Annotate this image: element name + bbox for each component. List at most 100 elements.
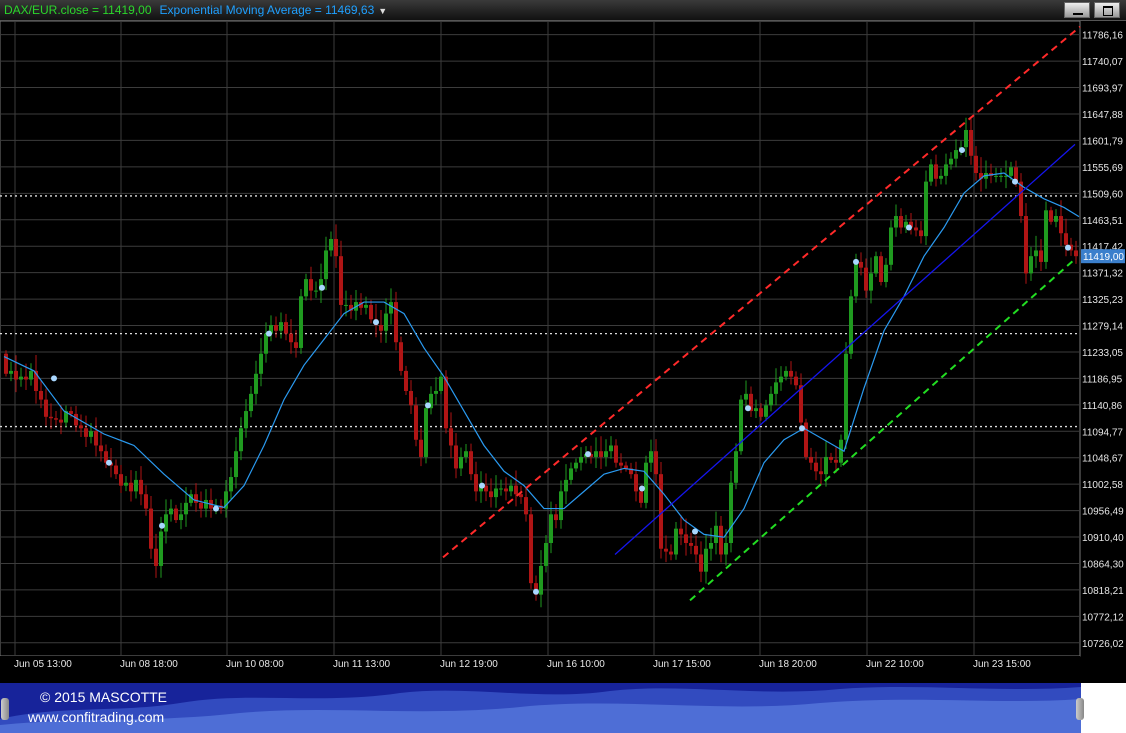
- bull-candle: [844, 353, 848, 440]
- signal-marker: [639, 485, 645, 492]
- bull-candle: [204, 499, 208, 509]
- signal-marker: [692, 528, 698, 535]
- bull-candle: [609, 445, 613, 452]
- footer-right-panel: [1081, 683, 1126, 733]
- x-tick-label: Jun 05 13:00: [14, 659, 72, 670]
- bull-candle: [884, 264, 888, 282]
- bull-candle: [314, 290, 318, 292]
- restore-button[interactable]: [1094, 2, 1120, 18]
- bull-candle: [549, 514, 553, 543]
- bear-candle: [444, 376, 448, 429]
- y-tick-label: 11279,14: [1082, 322, 1123, 333]
- bear-candle: [684, 534, 688, 543]
- bear-candle: [879, 256, 883, 282]
- x-tick-label: Jun 22 10:00: [866, 659, 924, 670]
- bull-candle: [299, 296, 303, 348]
- bull-candle: [544, 542, 548, 566]
- bear-candle: [759, 408, 763, 417]
- y-tick-label: 11233,05: [1082, 348, 1123, 359]
- bull-candle: [89, 431, 93, 437]
- y-tick-label: 11371,32: [1082, 269, 1123, 280]
- bull-candle: [124, 482, 128, 486]
- bull-candle: [774, 382, 778, 394]
- bull-candle: [764, 405, 768, 417]
- scroll-left-handle[interactable]: [1, 698, 9, 720]
- signal-marker: [373, 319, 379, 326]
- signal-marker: [425, 402, 431, 409]
- y-tick-label: 11325,23: [1082, 295, 1123, 306]
- bull-candle: [279, 322, 283, 331]
- bear-candle: [919, 230, 923, 237]
- bear-candle: [524, 497, 528, 515]
- bear-candle: [689, 542, 693, 546]
- bear-candle: [454, 445, 458, 469]
- dropdown-triangle-icon[interactable]: ▼: [378, 6, 387, 16]
- bear-candle: [294, 342, 298, 348]
- bull-candle: [839, 439, 843, 463]
- bear-candle: [834, 459, 838, 463]
- bear-candle: [194, 494, 198, 503]
- bull-candle: [1054, 216, 1058, 222]
- bear-candle: [94, 431, 98, 446]
- bull-candle: [644, 462, 648, 503]
- y-tick-label: 10956,49: [1082, 507, 1124, 518]
- bull-candle: [364, 304, 368, 308]
- bear-candle: [409, 390, 413, 406]
- bull-candle: [709, 542, 713, 549]
- scroll-right-handle[interactable]: [1076, 698, 1084, 720]
- bull-candle: [569, 468, 573, 480]
- bull-candle: [649, 451, 653, 463]
- bear-candle: [654, 451, 658, 475]
- price-chart[interactable]: 11786,16 11740,07 11693,97 11647,88 11601,79…: [0, 0, 1126, 683]
- bear-candle: [79, 425, 83, 429]
- bear-candle: [799, 385, 803, 423]
- bear-candle: [414, 405, 418, 440]
- bear-candle: [39, 390, 43, 400]
- bull-candle: [744, 393, 748, 400]
- bear-candle: [719, 525, 723, 555]
- bull-candle: [254, 373, 258, 394]
- x-tick-label: Jun 16 10:00: [547, 659, 605, 670]
- bear-candle: [139, 479, 143, 495]
- bull-candle: [734, 451, 738, 483]
- y-tick-label: 11140,86: [1082, 401, 1123, 412]
- bull-candle: [999, 175, 1003, 177]
- bull-candle: [714, 525, 718, 543]
- bear-candle: [974, 155, 978, 174]
- bull-candle: [234, 451, 238, 478]
- bear-candle: [969, 129, 973, 156]
- bear-candle: [99, 445, 103, 452]
- bull-candle: [494, 488, 498, 498]
- bull-candle: [184, 502, 188, 515]
- bull-candle: [179, 514, 183, 521]
- bear-candle: [794, 376, 798, 386]
- signal-marker: [319, 284, 325, 291]
- footer-website-link[interactable]: www.confitrading.com: [28, 709, 164, 725]
- bull-candle: [1009, 167, 1013, 176]
- y-tick-label: 11693,97: [1082, 84, 1123, 95]
- bear-candle: [514, 485, 518, 495]
- bull-candle: [854, 261, 858, 297]
- bear-candle: [284, 322, 288, 334]
- bear-candle: [14, 370, 18, 380]
- y-tick-label: 11186,95: [1082, 374, 1123, 385]
- ema-label: Exponential Moving Average = 11469,63: [159, 3, 375, 17]
- chart-title-bar: DAX/EUR.close = 11419,00 Exponential Movi…: [0, 0, 1126, 21]
- minimize-button[interactable]: [1064, 2, 1090, 18]
- bull-candle: [944, 164, 948, 176]
- bear-candle: [474, 474, 478, 492]
- bull-candle: [964, 129, 968, 148]
- bull-candle: [164, 514, 168, 532]
- bear-candle: [334, 238, 338, 257]
- bull-candle: [1034, 250, 1038, 257]
- bull-candle: [264, 333, 268, 354]
- bear-candle: [174, 508, 178, 521]
- bull-candle: [304, 279, 308, 297]
- bear-candle: [694, 545, 698, 555]
- bull-candle: [539, 565, 543, 595]
- y-tick-label: 10910,40: [1082, 533, 1124, 544]
- chart-legend[interactable]: DAX/EUR.close = 11419,00 Exponential Movi…: [4, 3, 387, 17]
- footer-copyright: © 2015 MASCOTTE: [40, 689, 168, 705]
- signal-marker: [159, 522, 165, 529]
- y-tick-label: 10864,30: [1082, 559, 1124, 570]
